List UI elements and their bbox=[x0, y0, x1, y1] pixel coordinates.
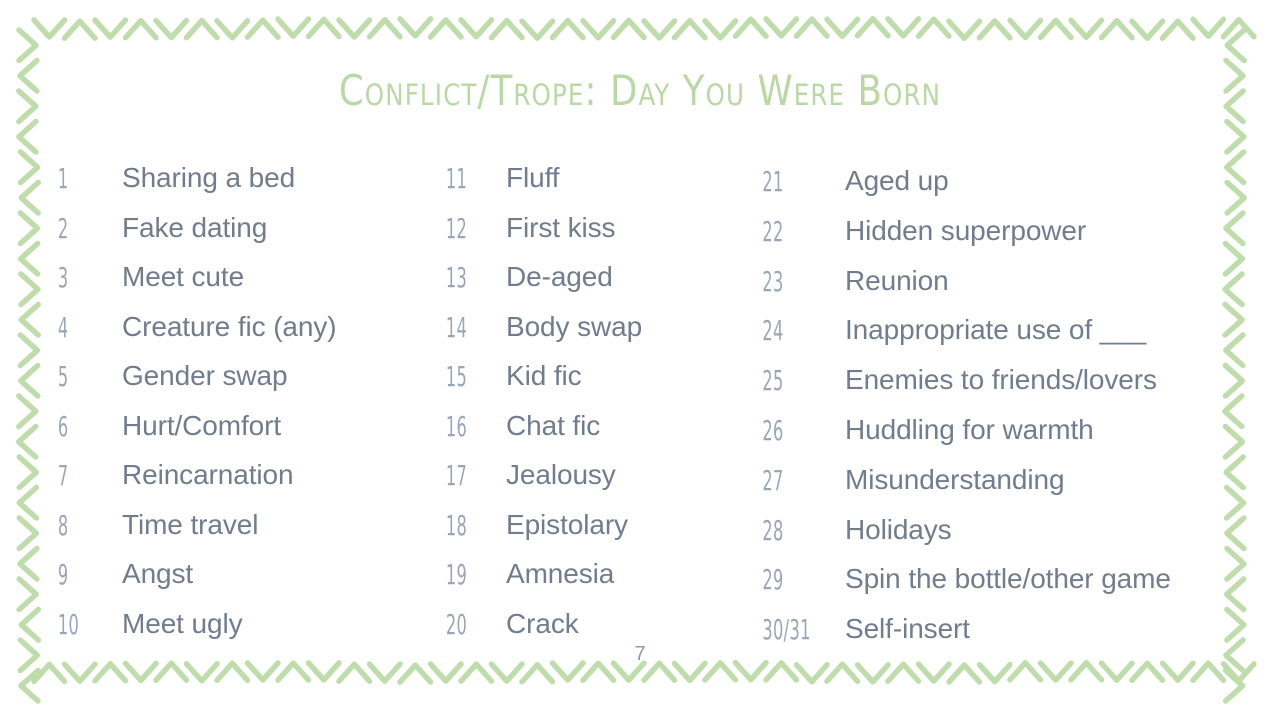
list-item-label: Meet cute bbox=[122, 261, 245, 292]
list-item-number: 1 bbox=[57, 162, 69, 195]
list-item-label: Aged up bbox=[845, 165, 949, 196]
list-item-number: 26 bbox=[762, 414, 784, 447]
list-item-label: Self-insert bbox=[845, 613, 970, 645]
list-item-label: First kiss bbox=[506, 211, 616, 243]
list-item: 13 De-aged bbox=[440, 261, 740, 311]
list-item-number: 14 bbox=[445, 310, 468, 344]
list-item: 7 Reincarnation bbox=[52, 459, 432, 509]
list-item-label: Chat fic bbox=[506, 409, 601, 441]
list-item-number: 9 bbox=[57, 558, 69, 591]
list-item-label: Hurt/Comfort bbox=[122, 409, 282, 441]
list-item-label: Inappropriate use of ___ bbox=[845, 314, 1147, 346]
list-item-number: 5 bbox=[57, 360, 69, 393]
list-item: 5 Gender swap bbox=[52, 360, 432, 410]
list-item: 16 Chat fic bbox=[440, 410, 740, 460]
list-item-number: 17 bbox=[445, 459, 468, 492]
list-item: 9 Angst bbox=[52, 558, 432, 608]
list-item-number: 21 bbox=[762, 165, 784, 198]
list-item-label: Fake dating bbox=[122, 211, 268, 243]
list-item-label: Time travel bbox=[122, 508, 259, 540]
list-item: 19 Amnesia bbox=[440, 558, 740, 608]
list-item: 21 Aged up bbox=[752, 165, 1232, 215]
list-item-label: Hidden superpower bbox=[845, 214, 1087, 246]
list-item-label: Spin the bottle/other game bbox=[845, 563, 1171, 595]
list-item: 25 Enemies to friends/lovers bbox=[752, 364, 1232, 414]
list-item-label: Body swap bbox=[506, 310, 643, 342]
list-item-number: 6 bbox=[57, 409, 69, 443]
list-item-label: Misunderstanding bbox=[845, 463, 1065, 495]
list-item: 15 Kid fic bbox=[440, 360, 740, 410]
list-item-number: 3 bbox=[57, 261, 69, 294]
list-item-label: Reunion bbox=[845, 264, 949, 296]
list-item: 22 Hidden superpower bbox=[752, 215, 1232, 265]
page-number: 7 bbox=[634, 643, 646, 665]
list-item-label: Gender swap bbox=[122, 360, 288, 391]
list-item-label: Enemies to friends/lovers bbox=[845, 364, 1157, 396]
list-item-number: 23 bbox=[762, 264, 784, 298]
list-item-label: Holidays bbox=[845, 513, 952, 545]
list-item: 11 Fluff bbox=[440, 162, 740, 212]
list-item-label: Jealousy bbox=[506, 459, 616, 490]
list-item: 3 Meet cute bbox=[52, 261, 432, 311]
list-item-number: 12 bbox=[445, 211, 468, 245]
list-item-number: 18 bbox=[445, 508, 468, 542]
list-item-label: Creature fic (any) bbox=[122, 310, 337, 342]
list-item: 14 Body swap bbox=[440, 311, 740, 361]
list-item-number: 16 bbox=[445, 409, 468, 443]
list-item-number: 19 bbox=[445, 558, 468, 591]
list-item-number: 27 bbox=[762, 464, 784, 497]
list-item-number: 22 bbox=[762, 215, 784, 248]
list-item: 24 Inappropriate use of ___ bbox=[752, 314, 1232, 364]
list-item-number: 15 bbox=[445, 360, 468, 393]
list-item-label: Fluff bbox=[506, 162, 560, 193]
list-item-label: Angst bbox=[122, 558, 194, 589]
list-item: 6 Hurt/Comfort bbox=[52, 410, 432, 460]
list-item-number: 11 bbox=[445, 162, 468, 195]
list-item-label: Amnesia bbox=[506, 558, 615, 589]
list-item: 12 First kiss bbox=[440, 212, 740, 262]
list-item: 28 Holidays bbox=[752, 514, 1232, 564]
list-item: 23 Reunion bbox=[752, 265, 1232, 315]
list-item-label: Epistolary bbox=[506, 508, 628, 540]
list-item-number: 13 bbox=[445, 261, 468, 294]
list-item: 8 Time travel bbox=[52, 509, 432, 559]
list-item: 27 Misunderstanding bbox=[752, 464, 1232, 514]
list-item: 26 Huddling for warmth bbox=[752, 414, 1232, 464]
list-item: 4 Creature fic (any) bbox=[52, 311, 432, 361]
list-item-label: De-aged bbox=[506, 261, 613, 292]
list-item: 29 Spin the bottle/other game bbox=[752, 563, 1232, 613]
list-item-number: 20 bbox=[445, 607, 468, 641]
list-item-label: Sharing a bed bbox=[122, 162, 296, 193]
list-item-number: 24 bbox=[762, 314, 784, 348]
list-item-number: 2 bbox=[57, 211, 69, 245]
list-item-number: 25 bbox=[762, 364, 784, 397]
trope-list: 1 Sharing a bed 2 Fake dating 3 Meet cut… bbox=[0, 0, 1280, 711]
list-item: 18 Epistolary bbox=[440, 509, 740, 559]
list-item-label: Kid fic bbox=[506, 360, 582, 391]
list-item-number: 7 bbox=[57, 459, 69, 492]
list-item-label: Reincarnation bbox=[122, 459, 294, 490]
list-item: 2 Fake dating bbox=[52, 212, 432, 262]
prompt-list-page: Conflict/Trope: Day You Were Born 1 Shar… bbox=[0, 0, 1280, 711]
list-item-label: Crack bbox=[506, 607, 579, 639]
list-column-1: 1 Sharing a bed 2 Fake dating 3 Meet cut… bbox=[52, 162, 432, 657]
list-item: 1 Sharing a bed bbox=[52, 162, 432, 212]
list-column-2: 11 Fluff 12 First kiss 13 De-aged 14 Bod… bbox=[440, 162, 740, 657]
list-item-number: 29 bbox=[762, 563, 784, 597]
list-item-number: 10 bbox=[57, 607, 80, 641]
list-item-number: 8 bbox=[57, 508, 69, 542]
list-item-number: 4 bbox=[57, 310, 69, 344]
list-item-label: Meet ugly bbox=[122, 607, 243, 639]
list-item-number: 30/31 bbox=[762, 613, 811, 646]
list-item-label: Huddling for warmth bbox=[845, 413, 1094, 445]
list-item-number: 28 bbox=[762, 513, 784, 547]
list-column-3: 21 Aged up 22 Hidden superpower 23 Reuni… bbox=[752, 165, 1232, 663]
list-item: 17 Jealousy bbox=[440, 459, 740, 509]
